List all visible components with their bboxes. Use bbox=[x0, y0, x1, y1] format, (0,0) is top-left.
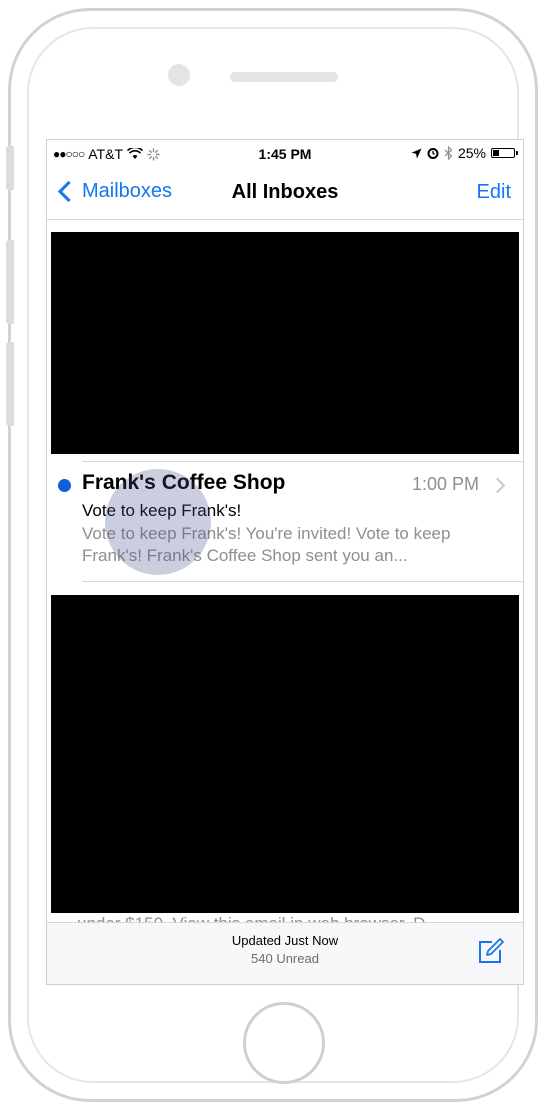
battery-percent: 25% bbox=[457, 145, 486, 161]
status-bar: ●●○○○ AT&T 1:45 PM 25% bbox=[47, 140, 523, 166]
mail-time: 1:00 PM bbox=[411, 474, 479, 494]
redacted-mail-block bbox=[51, 232, 519, 454]
bottom-toolbar: Updated Just Now 540 Unread bbox=[47, 922, 523, 984]
alarm-clock-icon bbox=[427, 148, 439, 159]
compose-icon[interactable] bbox=[477, 937, 505, 965]
volume-up-button bbox=[6, 240, 14, 324]
edit-button[interactable]: Edit bbox=[477, 181, 511, 204]
location-arrow-icon bbox=[411, 148, 422, 158]
mute-switch bbox=[6, 146, 14, 190]
bluetooth-icon bbox=[444, 146, 453, 160]
update-status: Updated Just Now bbox=[231, 933, 339, 948]
unread-count: 540 Unread bbox=[251, 951, 319, 966]
row-divider bbox=[82, 581, 523, 582]
status-right: 25% bbox=[411, 145, 518, 161]
front-camera bbox=[168, 64, 190, 86]
home-button[interactable] bbox=[243, 1002, 325, 1084]
battery-level bbox=[493, 150, 499, 156]
chevron-right-icon bbox=[489, 477, 506, 494]
phone-screen: ●●○○○ AT&T 1:45 PM 25% Mailboxes All Inb… bbox=[46, 139, 524, 985]
redacted-mail-block bbox=[51, 595, 519, 913]
battery-icon bbox=[491, 148, 518, 158]
page-title: All Inboxes bbox=[231, 181, 339, 203]
navigation-bar: Mailboxes All Inboxes Edit bbox=[47, 166, 523, 220]
unread-indicator bbox=[58, 479, 71, 492]
earpiece-speaker bbox=[230, 72, 338, 82]
volume-down-button bbox=[6, 342, 14, 426]
touch-indicator bbox=[105, 469, 211, 575]
